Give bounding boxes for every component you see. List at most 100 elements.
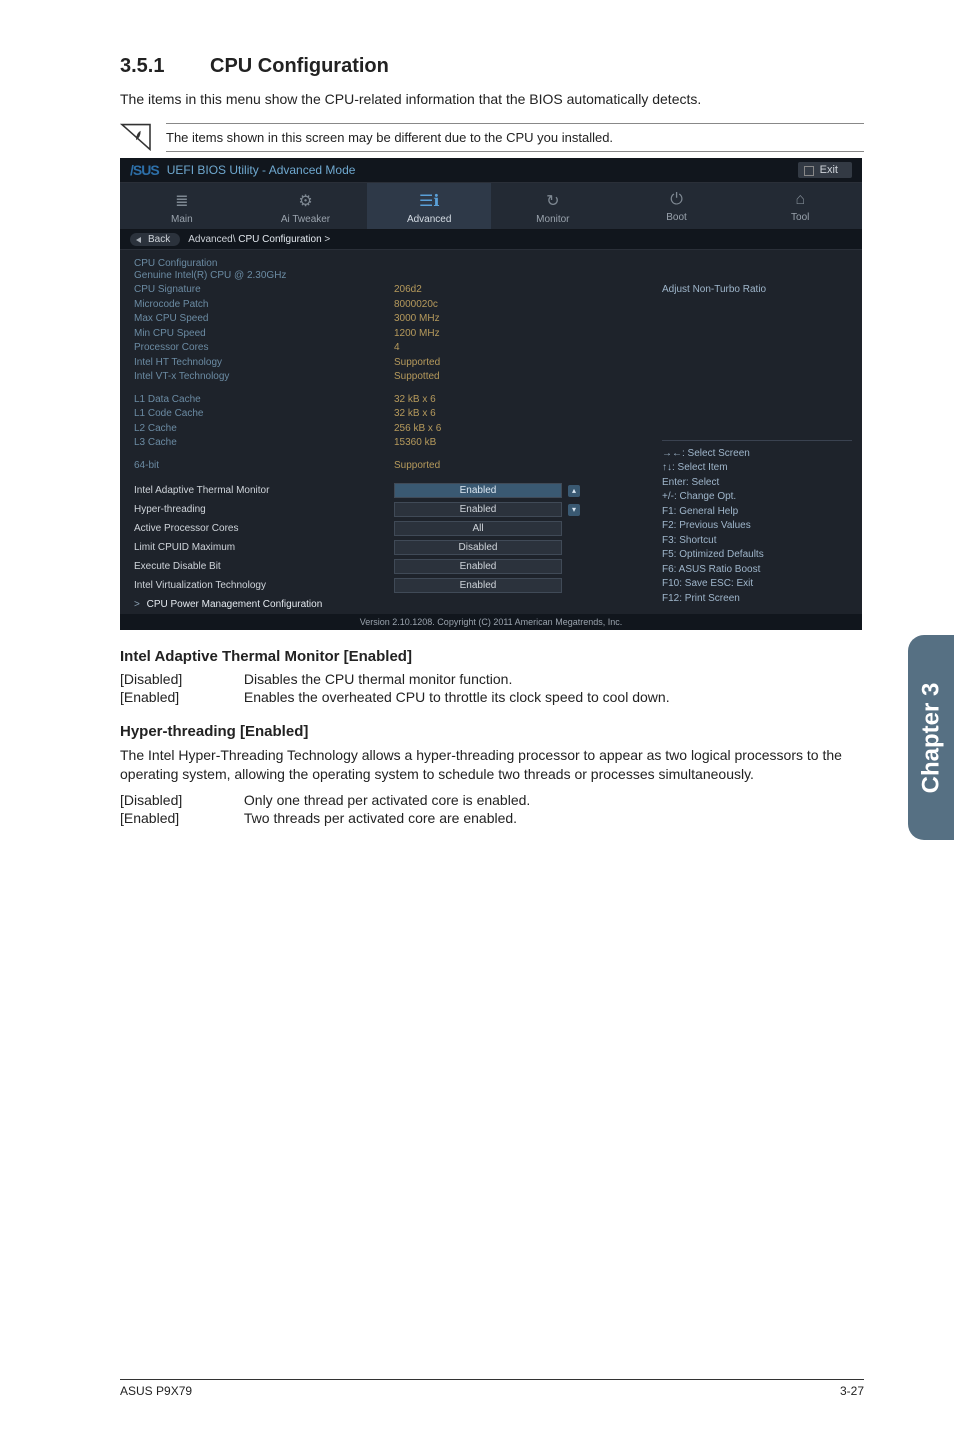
scroll-down-icon[interactable]: ▾ bbox=[568, 504, 580, 516]
option-desc: Only one thread per activated core is en… bbox=[244, 792, 824, 808]
option-desc: Enables the overheated CPU to throttle i… bbox=[244, 689, 824, 705]
tab-label: Advanced bbox=[407, 214, 451, 225]
gear-icon: ⚙ bbox=[244, 191, 368, 211]
tab-label: Ai Tweaker bbox=[281, 214, 330, 225]
option-key: [Enabled] bbox=[120, 689, 240, 705]
setting-value[interactable]: Enabled bbox=[394, 483, 562, 498]
exit-label: Exit bbox=[820, 164, 838, 176]
back-label: Back bbox=[148, 234, 170, 245]
setting-label: Intel Virtualization Technology bbox=[134, 580, 394, 591]
section-number: 3.5.1 bbox=[120, 55, 210, 78]
right-top-hint: Adjust Non-Turbo Ratio bbox=[662, 284, 852, 295]
setting-value[interactable]: All bbox=[394, 521, 562, 536]
list-icon: ≣ bbox=[120, 191, 244, 211]
info-row: L1 Code Cache32 kB x 6 bbox=[134, 407, 642, 422]
bios-title: UEFI BIOS Utility - Advanced Mode bbox=[167, 163, 356, 177]
info-row: Intel VT-x TechnologySuppotted bbox=[134, 370, 642, 385]
back-button[interactable]: Back bbox=[130, 233, 180, 246]
tab-monitor[interactable]: ↻ Monitor bbox=[491, 183, 615, 229]
tab-label: Tool bbox=[791, 212, 809, 223]
info-heading: CPU Configuration bbox=[134, 258, 642, 269]
setting-value[interactable]: Enabled bbox=[394, 502, 562, 517]
option-row: [Enabled] Enables the overheated CPU to … bbox=[120, 689, 864, 705]
info-row: 64-bitSupported bbox=[134, 459, 642, 474]
chapter-label: Chapter 3 bbox=[917, 682, 945, 793]
option-key: [Disabled] bbox=[120, 792, 240, 808]
info-row: L3 Cache15360 kB bbox=[134, 436, 642, 451]
sub-heading-thermal: Intel Adaptive Thermal Monitor [Enabled] bbox=[120, 648, 864, 665]
footer-left: ASUS P9X79 bbox=[120, 1384, 192, 1398]
help-line: →←: Select Screen bbox=[662, 447, 852, 462]
setting-row[interactable]: Hyper-threading Enabled ▾ bbox=[134, 502, 642, 517]
tab-tool[interactable]: ⌂ Tool bbox=[738, 183, 862, 229]
help-block: →←: Select Screen ↑↓: Select Item Enter:… bbox=[662, 440, 852, 607]
bios-screenshot: /SUS UEFI BIOS Utility - Advanced Mode E… bbox=[120, 158, 862, 631]
setting-label: Hyper-threading bbox=[134, 504, 394, 515]
info-row: Processor Cores4 bbox=[134, 341, 642, 356]
tool-icon: ⌂ bbox=[738, 191, 862, 209]
power-icon: ⏻ bbox=[615, 191, 739, 209]
bios-main-panel: CPU Configuration Genuine Intel(R) CPU @… bbox=[120, 250, 652, 615]
bios-tabs: ≣ Main ⚙ Ai Tweaker ☰ℹ Advanced ↻ Monito… bbox=[120, 183, 862, 230]
info-row: Min CPU Speed1200 MHz bbox=[134, 327, 642, 342]
tab-main[interactable]: ≣ Main bbox=[120, 183, 244, 229]
help-line: F12: Print Screen bbox=[662, 592, 852, 607]
chip-icon: ☰ℹ bbox=[367, 191, 491, 211]
footer-right: 3-27 bbox=[840, 1384, 864, 1398]
tab-label: Main bbox=[171, 214, 193, 225]
setting-label: Intel Adaptive Thermal Monitor bbox=[134, 485, 394, 496]
breadcrumb-path: Advanced\ CPU Configuration > bbox=[188, 234, 330, 245]
info-row: Genuine Intel(R) CPU @ 2.30GHz bbox=[134, 269, 642, 284]
section-title: CPU Configuration bbox=[210, 55, 389, 77]
info-row: CPU Signature206d2 bbox=[134, 283, 642, 298]
help-line: Enter: Select bbox=[662, 476, 852, 491]
setting-label: Active Processor Cores bbox=[134, 523, 394, 534]
tab-label: Boot bbox=[666, 212, 687, 223]
setting-value[interactable]: Disabled bbox=[394, 540, 562, 555]
note-text: The items shown in this screen may be di… bbox=[166, 123, 864, 152]
info-row: Microcode Patch8000020c bbox=[134, 298, 642, 313]
option-row: [Enabled] Two threads per activated core… bbox=[120, 810, 864, 826]
option-desc: Two threads per activated core are enabl… bbox=[244, 810, 824, 826]
setting-label: Limit CPUID Maximum bbox=[134, 542, 394, 553]
exit-button[interactable]: Exit bbox=[798, 162, 852, 178]
tab-advanced[interactable]: ☰ℹ Advanced bbox=[367, 183, 491, 229]
gauge-icon: ↻ bbox=[491, 191, 615, 211]
help-line: ↑↓: Select Item bbox=[662, 461, 852, 476]
setting-row[interactable]: Execute Disable Bit Enabled bbox=[134, 559, 642, 574]
sub-heading-hyperthreading: Hyper-threading [Enabled] bbox=[120, 723, 864, 740]
help-line: +/-: Change Opt. bbox=[662, 490, 852, 505]
setting-row[interactable]: Limit CPUID Maximum Disabled bbox=[134, 540, 642, 555]
submenu-row[interactable]: > CPU Power Management Configuration bbox=[134, 599, 642, 610]
option-key: [Enabled] bbox=[120, 810, 240, 826]
option-row: [Disabled] Disables the CPU thermal moni… bbox=[120, 671, 864, 687]
help-line: F6: ASUS Ratio Boost bbox=[662, 563, 852, 578]
section-heading: 3.5.1CPU Configuration bbox=[120, 55, 864, 78]
bios-footer: Version 2.10.1208. Copyright (C) 2011 Am… bbox=[120, 614, 862, 630]
bios-help-panel: Adjust Non-Turbo Ratio →←: Select Screen… bbox=[652, 250, 862, 615]
bios-titlebar: /SUS UEFI BIOS Utility - Advanced Mode E… bbox=[120, 158, 862, 183]
help-line: F10: Save ESC: Exit bbox=[662, 577, 852, 592]
tab-boot[interactable]: ⏻ Boot bbox=[615, 183, 739, 229]
hyperthreading-paragraph: The Intel Hyper-Threading Technology all… bbox=[120, 746, 864, 784]
page-footer: ASUS P9X79 3-27 bbox=[120, 1379, 864, 1398]
help-line: F5: Optimized Defaults bbox=[662, 548, 852, 563]
info-row: L1 Data Cache32 kB x 6 bbox=[134, 393, 642, 408]
help-line: F2: Previous Values bbox=[662, 519, 852, 534]
setting-label: Execute Disable Bit bbox=[134, 561, 394, 572]
scroll-up-icon[interactable]: ▴ bbox=[568, 485, 580, 497]
chapter-side-tab: Chapter 3 bbox=[908, 635, 954, 840]
setting-row[interactable]: Intel Virtualization Technology Enabled bbox=[134, 578, 642, 593]
breadcrumb: Back Advanced\ CPU Configuration > bbox=[120, 230, 862, 250]
help-line: F3: Shortcut bbox=[662, 534, 852, 549]
setting-value[interactable]: Enabled bbox=[394, 578, 562, 593]
setting-row[interactable]: Active Processor Cores All bbox=[134, 521, 642, 536]
tab-ai-tweaker[interactable]: ⚙ Ai Tweaker bbox=[244, 183, 368, 229]
setting-value[interactable]: Enabled bbox=[394, 559, 562, 574]
info-row: Intel HT TechnologySupported bbox=[134, 356, 642, 371]
info-row: L2 Cache256 kB x 6 bbox=[134, 422, 642, 437]
setting-row[interactable]: Intel Adaptive Thermal Monitor Enabled ▴ bbox=[134, 483, 642, 498]
option-key: [Disabled] bbox=[120, 671, 240, 687]
note-icon bbox=[120, 123, 152, 151]
bios-logo: /SUS bbox=[130, 162, 159, 178]
